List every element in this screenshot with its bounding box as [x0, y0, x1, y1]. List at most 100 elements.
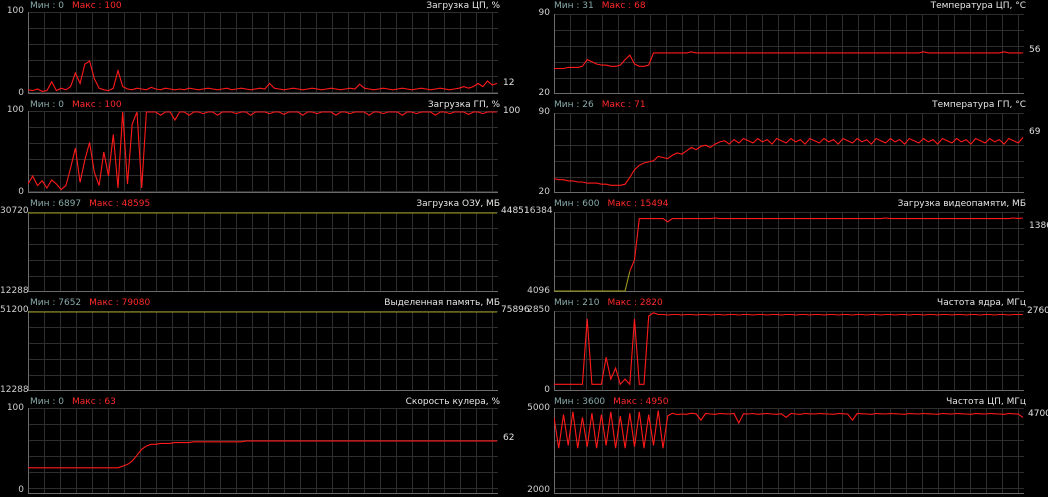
min-max-readout: Мин : 600 Макс : 15494: [554, 199, 669, 209]
graph-plot: [554, 408, 1024, 494]
graph-title: Загрузка ЦП, %: [426, 1, 500, 11]
y-axis-top-label: 90: [538, 8, 550, 18]
grid: [554, 212, 1024, 292]
panel-cpu-temp: Мин : 31 Макс : 68 Температура ЦП, °C 90 …: [524, 0, 1048, 99]
min-max-readout: Мин : 0 Макс : 100: [30, 1, 122, 11]
min-value: Мин : 600: [554, 199, 600, 209]
graph-title: Скорость кулера, %: [405, 397, 500, 407]
axis-frame: [554, 14, 1024, 94]
y-axis-top-label: 100: [6, 6, 24, 16]
grid: [554, 408, 1024, 494]
max-value: Макс : 79080: [89, 298, 151, 308]
y-axis-top-label: 51200: [0, 305, 29, 315]
min-max-readout: Мин : 31 Макс : 68: [554, 1, 646, 11]
max-value: Макс : 15494: [607, 199, 669, 209]
axis-frame: [554, 113, 1024, 193]
current-value: 69: [1029, 127, 1041, 137]
graph-title: Загрузка видеопамяти, МБ: [897, 199, 1026, 209]
graph-plot: [28, 111, 498, 193]
graph-plot: [28, 311, 498, 391]
y-axis-top-label: 90: [538, 107, 550, 117]
y-axis-top-label: 2850: [527, 305, 550, 315]
y-axis-bottom-label: 0: [18, 88, 24, 98]
graph-title: Температура ЦП, °C: [930, 1, 1026, 11]
series-line: [554, 410, 1024, 449]
panel-core-clock: Мин : 210 Макс : 2820 Частота ядра, МГц 2…: [524, 297, 1048, 396]
graph-plot: [554, 311, 1024, 391]
graph-title: Частота ЦП, МГц: [946, 397, 1026, 407]
max-value: Макс : 48595: [89, 199, 151, 209]
axis-frame: [28, 111, 498, 193]
y-axis-top-label: 100: [6, 105, 24, 115]
graph-title: Загрузка ОЗУ, МБ: [416, 199, 500, 209]
min-value: Мин : 210: [554, 298, 600, 308]
min-max-readout: Мин : 0 Макс : 100: [30, 100, 122, 110]
max-value: Макс : 100: [71, 100, 122, 110]
axis-frame: [28, 408, 498, 494]
grid: [554, 14, 1024, 94]
current-value: 62: [503, 433, 515, 443]
y-axis-bottom-label: 0: [18, 485, 24, 495]
y-axis-bottom-label: 4096: [527, 286, 550, 296]
panel-cpu-clock: Мин : 3600 Макс : 4950 Частота ЦП, МГц 50…: [524, 396, 1048, 497]
current-value: 4700: [1028, 409, 1048, 419]
grid: [28, 408, 498, 494]
min-value: Мин : 0: [30, 397, 64, 407]
min-max-readout: Мин : 0 Макс : 63: [30, 397, 116, 407]
y-axis-bottom-label: 0: [544, 385, 550, 395]
graph-plot: [28, 12, 498, 94]
y-axis-bottom-label: 12288: [0, 385, 29, 395]
min-value: Мин : 31: [554, 1, 594, 11]
grid: [28, 12, 498, 94]
max-value: Макс : 71: [601, 100, 646, 110]
series-line: [28, 111, 497, 191]
axis-frame: [554, 408, 1024, 494]
max-value: Макс : 2820: [607, 298, 663, 308]
grid: [554, 113, 1024, 193]
y-axis-top-label: 100: [6, 403, 24, 413]
min-value: Мин : 6897: [30, 199, 82, 209]
series-line: [554, 51, 1023, 70]
graph-title: Загрузка ГП, %: [427, 100, 500, 110]
graph-title: Температура ГП, °C: [932, 100, 1026, 110]
min-value: Мин : 26: [554, 100, 594, 110]
min-max-readout: Мин : 210 Макс : 2820: [554, 298, 663, 308]
y-axis-bottom-label: 20: [538, 88, 550, 98]
axis-frame: [28, 311, 498, 391]
y-axis-bottom-label: 2000: [527, 485, 550, 495]
axis-frame: [554, 212, 1024, 292]
min-value: Мин : 3600: [554, 397, 606, 407]
graph-plot: [28, 212, 498, 292]
axis-frame: [28, 212, 498, 292]
axis-frame: [28, 12, 498, 94]
current-value: 56: [1029, 45, 1041, 55]
min-max-readout: Мин : 6897 Макс : 48595: [30, 199, 150, 209]
panel-cooler-speed: Мин : 0 Макс : 63 Скорость кулера, % 100 …: [0, 396, 524, 497]
graph-title: Частота ядра, МГц: [937, 298, 1026, 308]
y-axis-bottom-label: 20: [538, 187, 550, 197]
graph-plot: [554, 212, 1024, 292]
max-value: Макс : 100: [71, 1, 122, 11]
current-value: 12: [503, 78, 515, 88]
min-max-readout: Мин : 26 Макс : 71: [554, 100, 646, 110]
grid: [28, 311, 498, 391]
y-axis-bottom-label: 12288: [0, 286, 29, 296]
min-max-readout: Мин : 3600 Макс : 4950: [554, 397, 669, 407]
panel-gpu-load: Мин : 0 Макс : 100 Загрузка ГП, % 100 0 1…: [0, 99, 524, 198]
graph-plot: [554, 14, 1024, 94]
min-max-readout: Мин : 7652 Макс : 79080: [30, 298, 150, 308]
panel-vram-load: Мин : 600 Макс : 15494 Загрузка видеопамя…: [524, 198, 1048, 297]
series-line: [28, 440, 497, 469]
current-value: 100: [503, 106, 521, 116]
graph-plot: [28, 408, 498, 494]
grid: [28, 212, 498, 292]
y-axis-top-label: 30720: [0, 206, 29, 216]
y-axis-top-label: 16384: [524, 206, 553, 216]
current-value: 1386: [1029, 221, 1048, 231]
panel-gpu-temp: Мин : 26 Макс : 71 Температура ГП, °C 90 …: [524, 99, 1048, 198]
y-axis-top-label: 5000: [527, 403, 550, 413]
min-value: Мин : 7652: [30, 298, 82, 308]
max-value: Макс : 63: [71, 397, 116, 407]
y-axis-bottom-label: 0: [18, 187, 24, 197]
max-value: Макс : 4950: [613, 397, 669, 407]
